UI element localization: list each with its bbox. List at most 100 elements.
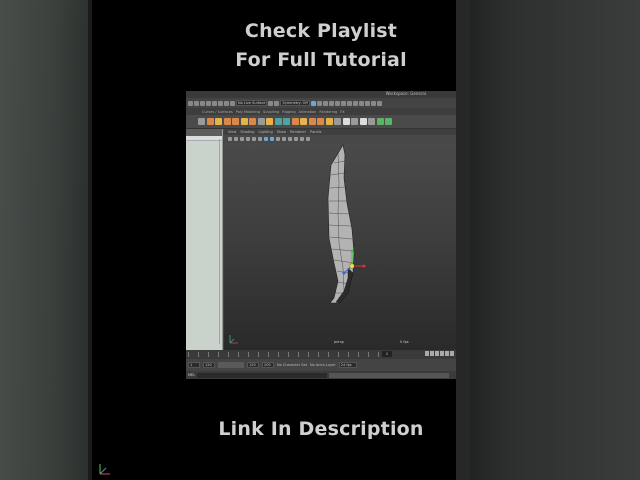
image-plane-icon[interactable] [240,137,244,141]
go-to-end-icon[interactable] [450,351,454,356]
resolution-gate-icon[interactable] [258,137,262,141]
poly-torus-icon[interactable] [240,118,248,125]
command-input[interactable] [197,372,328,378]
tab-curves[interactable]: Curves / Surfaces [202,110,233,114]
anim-layer-dropdown[interactable]: No Anim Layer [310,363,336,367]
wireframe-icon[interactable] [264,137,268,141]
fill-hole-icon[interactable] [334,118,341,125]
smooth-shade-icon[interactable] [270,137,274,141]
menu-lighting[interactable]: Lighting [259,130,273,134]
range-bar[interactable] [218,362,244,368]
redo-icon[interactable] [194,100,199,106]
history-icon[interactable] [268,100,274,106]
smooth-icon[interactable] [291,118,299,125]
snap-point-icon[interactable] [230,100,235,106]
outliner-icon[interactable] [364,100,370,106]
magnet-icon[interactable] [310,100,316,106]
mel-label[interactable]: MEL [188,373,195,377]
tab-fx[interactable]: FX [340,110,344,114]
hypershade-icon[interactable] [334,100,340,106]
menu-view[interactable]: View [228,130,236,134]
poly-cube-icon[interactable] [215,118,222,125]
playback-end-field[interactable]: 120 [247,362,259,368]
tool-settings-icon[interactable] [346,100,352,106]
poly-cone-icon[interactable] [232,118,239,125]
go-to-start-icon[interactable] [425,351,429,356]
bridge-icon[interactable] [308,118,316,125]
bevel-icon[interactable] [317,118,324,125]
lasso-icon[interactable] [206,100,211,106]
character-set-dropdown[interactable]: No Character Set [277,363,307,367]
textured-icon[interactable] [276,137,280,141]
combine-icon[interactable] [274,118,282,125]
undo-icon[interactable] [188,100,193,106]
modeling-toolkit-icon[interactable] [358,100,364,106]
target-weld-icon[interactable] [351,118,358,125]
tab-rigging[interactable]: Rigging [282,110,295,114]
menu-panels[interactable]: Panels [310,130,321,134]
auto-uv-icon[interactable] [385,118,392,125]
paint-select-icon[interactable] [212,100,217,106]
render-icon[interactable] [274,100,280,106]
start-time-field[interactable]: 1 [188,362,200,368]
platonic-icon[interactable] [266,118,273,125]
menu-renderer[interactable]: Renderer [290,130,306,134]
lights-icon[interactable] [282,137,286,141]
channel-box-icon[interactable] [352,100,358,106]
end-time-field[interactable]: 200 [262,362,274,368]
poly-cylinder-icon[interactable] [223,118,231,125]
menu-show[interactable]: Show [277,130,286,134]
select-icon[interactable] [200,100,205,106]
isolate-select-icon[interactable] [306,137,310,141]
snap-grid-icon[interactable] [218,100,223,106]
caption-line-1: Check Playlist [244,20,398,42]
fps-dropdown[interactable]: 24 fps [338,362,357,368]
live-surface-field[interactable]: No Live Surface [236,100,268,106]
current-frame-field[interactable]: 1 [382,351,392,357]
play-back-icon[interactable] [435,351,439,356]
append-icon[interactable] [325,118,333,125]
camera-uv-icon[interactable] [376,118,384,125]
bookmark-icon[interactable] [234,137,238,141]
node-editor-icon[interactable] [370,100,376,106]
xray-icon[interactable] [300,137,304,141]
poly-plane-icon[interactable] [249,118,256,125]
film-gate-icon[interactable] [252,137,256,141]
attribute-editor-icon[interactable] [340,100,346,106]
perspective-viewport[interactable]: persp 0 fps [224,143,456,350]
ambient-occlusion-icon[interactable] [294,137,298,141]
shelf-menu-icon[interactable] [198,118,205,125]
workspace-label[interactable]: Workspace: General [386,91,426,96]
playback-start-field[interactable]: 120 [203,362,215,368]
extrude-icon[interactable] [300,118,307,125]
outliner-search[interactable] [186,136,222,141]
outliner-panel[interactable] [186,129,223,350]
shadows-icon[interactable] [288,137,292,141]
time-ruler[interactable] [188,352,382,357]
grid-icon[interactable] [246,137,250,141]
separate-icon[interactable] [283,118,290,125]
step-forward-icon[interactable] [445,351,449,356]
play-forward-icon[interactable] [440,351,444,356]
tab-sculpting[interactable]: Sculpting [263,110,279,114]
ipr-icon[interactable] [322,100,328,106]
tab-animation[interactable]: Animation [299,110,317,114]
uv-editor-icon[interactable] [368,118,375,125]
symmetry-field[interactable]: Symmetry: Off [280,100,310,106]
graph-editor-icon[interactable] [376,100,382,106]
camera-attributes-icon[interactable] [228,137,232,141]
quad-draw-icon[interactable] [359,118,367,125]
menu-shading[interactable]: Shading [240,130,254,134]
tab-poly-modeling[interactable]: Poly Modeling [236,110,260,114]
render-settings-icon[interactable] [328,100,334,106]
snap-curve-icon[interactable] [224,100,229,106]
outliner-divider[interactable] [219,139,220,344]
multi-cut-icon[interactable] [342,118,350,125]
blade-mesh[interactable] [224,143,456,350]
step-back-icon[interactable] [430,351,434,356]
poly-disc-icon[interactable] [257,118,265,125]
tab-rendering[interactable]: Rendering [319,110,337,114]
poly-sphere-icon[interactable] [206,118,214,125]
render-frame-icon[interactable] [316,100,322,106]
time-slider[interactable]: 1 [186,350,456,359]
